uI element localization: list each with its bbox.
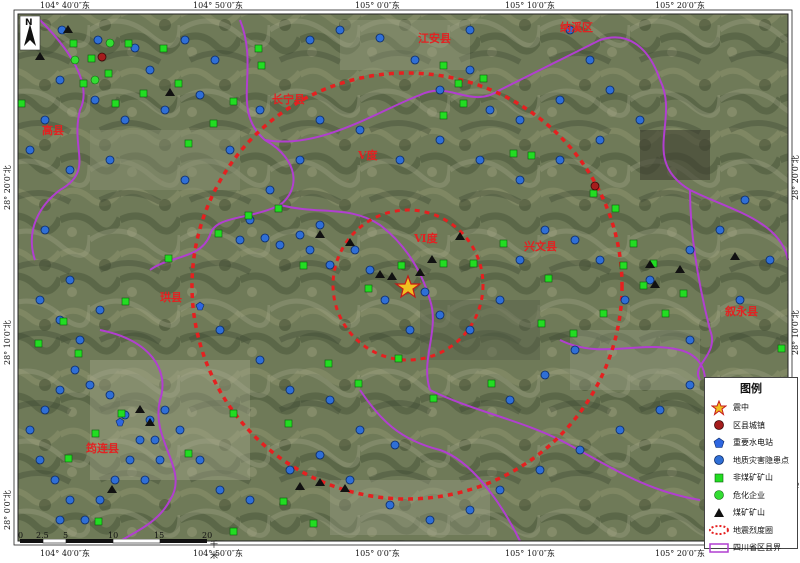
blue-dot-icon bbox=[714, 455, 724, 466]
tick-right-0: 28° 20′0″北 bbox=[791, 155, 800, 200]
map-frame: 江安县 纳溪区 长宁县 高县 Ⅴ度 Ⅵ度 兴文县 珙县 叙永县 筠连县 N bbox=[0, 0, 800, 563]
black-triangle-icon bbox=[714, 507, 724, 517]
legend-item-boundary: 四川省区县界 bbox=[705, 539, 797, 557]
legend-label: 重要水电站 bbox=[733, 438, 773, 448]
scale-label-0: 0 bbox=[18, 531, 24, 540]
dashed-ellipse-icon bbox=[709, 525, 729, 536]
star-icon bbox=[711, 399, 727, 416]
legend-item-hydropower: 重要水电站 bbox=[705, 434, 797, 452]
legend: 图例 震中 区县城镇 重要水电站 地质灾害隐患点 非煤矿矿山 危化企业 煤矿矿山… bbox=[704, 377, 798, 553]
tick-top-1: 104° 50′0″东 bbox=[193, 1, 243, 10]
label-intensity-v: Ⅴ度 bbox=[357, 148, 379, 162]
tick-left-0: 28° 20′0″北 bbox=[3, 165, 12, 210]
legend-label: 地质灾害隐患点 bbox=[733, 455, 789, 465]
tick-top-3: 105° 10′0″东 bbox=[505, 1, 555, 10]
legend-label: 四川省区县界 bbox=[733, 543, 781, 553]
label-intensity-vi: Ⅵ度 bbox=[413, 231, 439, 245]
legend-label: 非煤矿矿山 bbox=[733, 473, 773, 483]
green-square-icon bbox=[714, 473, 724, 483]
scale-bar: 0 2.5 5 10 15 20 千米 bbox=[18, 531, 220, 560]
pentagon-icon bbox=[713, 437, 725, 448]
label-gaoxian: 高县 bbox=[42, 123, 64, 137]
purple-rect-icon bbox=[709, 543, 729, 553]
legend-item-epicenter: 震中 bbox=[705, 399, 797, 417]
legend-label: 危化企业 bbox=[733, 490, 765, 500]
legend-label: 地震烈度圈 bbox=[733, 525, 773, 535]
legend-item-intensity: 地震烈度圈 bbox=[705, 522, 797, 540]
legend-item-hazard: 地质灾害隐患点 bbox=[705, 452, 797, 470]
tick-top-2: 105° 0′0″东 bbox=[355, 1, 400, 10]
label-xingwen: 兴文县 bbox=[524, 239, 557, 253]
town-dot-icon bbox=[714, 420, 724, 431]
green-dot-icon bbox=[714, 490, 724, 501]
tick-bottom-3: 105° 10′0″东 bbox=[505, 549, 555, 558]
tick-bottom-4: 105° 20′0″东 bbox=[655, 549, 705, 558]
tick-right-1: 28° 10′0″北 bbox=[791, 310, 800, 355]
legend-item-town: 区县城镇 bbox=[705, 417, 797, 435]
label-junlian: 筠连县 bbox=[86, 441, 119, 455]
tick-left-1: 28° 10′0″北 bbox=[3, 320, 12, 365]
legend-title: 图例 bbox=[740, 382, 762, 395]
label-xuyong: 叙永县 bbox=[725, 304, 758, 318]
tick-top-4: 105° 20′0″东 bbox=[655, 1, 705, 10]
tick-top-0: 104° 40′0″东 bbox=[40, 1, 90, 10]
north-arrow-label: N bbox=[25, 18, 33, 28]
tick-bottom-2: 105° 0′0″东 bbox=[355, 549, 400, 558]
legend-item-chemical: 危化企业 bbox=[705, 487, 797, 505]
scale-label-1: 2.5 bbox=[36, 531, 49, 540]
legend-label: 震中 bbox=[733, 403, 749, 413]
legend-label: 煤矿矿山 bbox=[733, 508, 765, 518]
legend-item-nonmetal-mine: 非煤矿矿山 bbox=[705, 469, 797, 487]
label-naxi: 纳溪区 bbox=[560, 20, 593, 34]
legend-label: 区县城镇 bbox=[733, 420, 765, 430]
label-gongxian: 珙县 bbox=[160, 290, 182, 304]
label-jiangan: 江安县 bbox=[418, 31, 451, 45]
scale-label-3: 10 bbox=[108, 531, 119, 540]
tick-left-2: 28° 0′0″北 bbox=[3, 490, 12, 530]
scale-label-2: 5 bbox=[63, 531, 69, 540]
legend-item-coal-mine: 煤矿矿山 bbox=[705, 504, 797, 522]
scale-label-4: 15 bbox=[154, 531, 165, 540]
label-changning: 长宁县 bbox=[272, 92, 305, 106]
scale-unit: 千米 bbox=[210, 540, 218, 560]
